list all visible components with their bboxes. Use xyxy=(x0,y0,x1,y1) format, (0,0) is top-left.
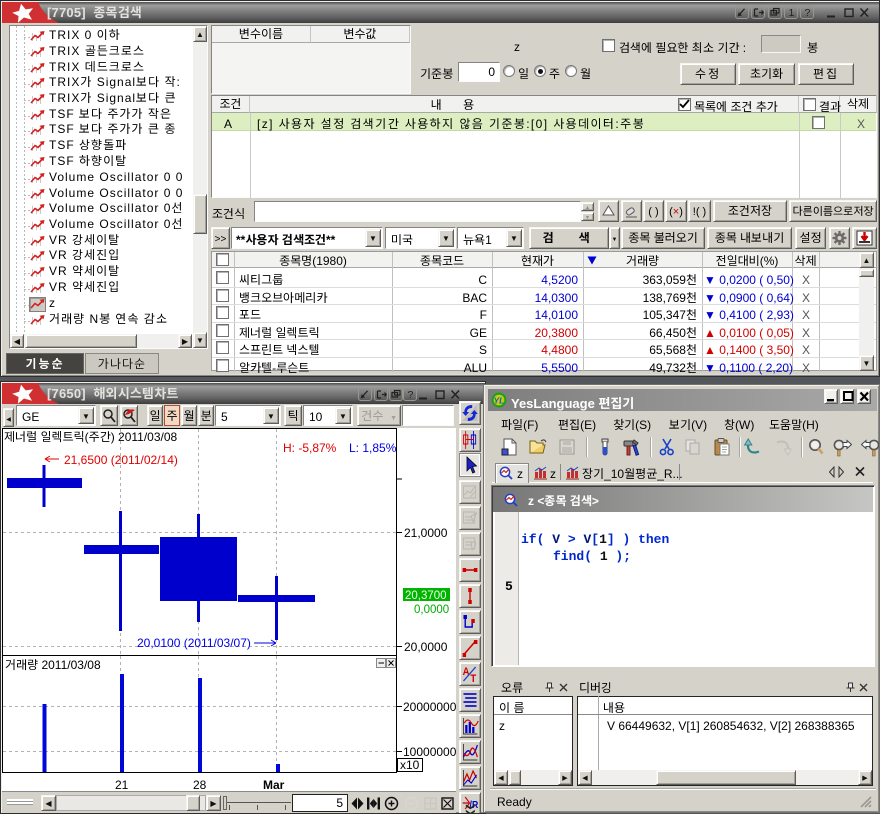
svg-text:거래량 2011/03/08: 거래량 2011/03/08 xyxy=(5,656,101,673)
svg-text:21,0000: 21,0000 xyxy=(404,524,448,541)
svg-text:28: 28 xyxy=(193,776,207,791)
svg-text:?: ? xyxy=(408,389,414,401)
svg-text:L: 1,85%: L: 1,85% xyxy=(349,439,397,456)
svg-text:제너럴 일렉트릭(주간) 2011/03/08: 제너럴 일렉트릭(주간) 2011/03/08 xyxy=(4,428,178,445)
svg-text:21: 21 xyxy=(115,776,129,791)
svg-text:21,6500 (2011/02/14): 21,6500 (2011/02/14) xyxy=(64,451,178,468)
svg-text:x10: x10 xyxy=(400,756,420,773)
svg-text:20,0100 (2011/03/07): 20,0100 (2011/03/07) xyxy=(137,634,251,651)
svg-text:Mar: Mar xyxy=(263,776,285,791)
svg-text:20000000: 20000000 xyxy=(403,698,456,715)
svg-text:0,0000: 0,0000 xyxy=(414,601,449,617)
svg-text:YL: YL xyxy=(494,396,505,406)
svg-text:20,0000: 20,0000 xyxy=(404,638,448,655)
svg-text:T: T xyxy=(470,673,476,685)
svg-text:1: 1 xyxy=(789,7,795,19)
svg-text:A: A xyxy=(463,666,470,678)
svg-text:?: ? xyxy=(805,7,811,19)
svg-text:H: -5,87%: H: -5,87% xyxy=(283,439,337,456)
